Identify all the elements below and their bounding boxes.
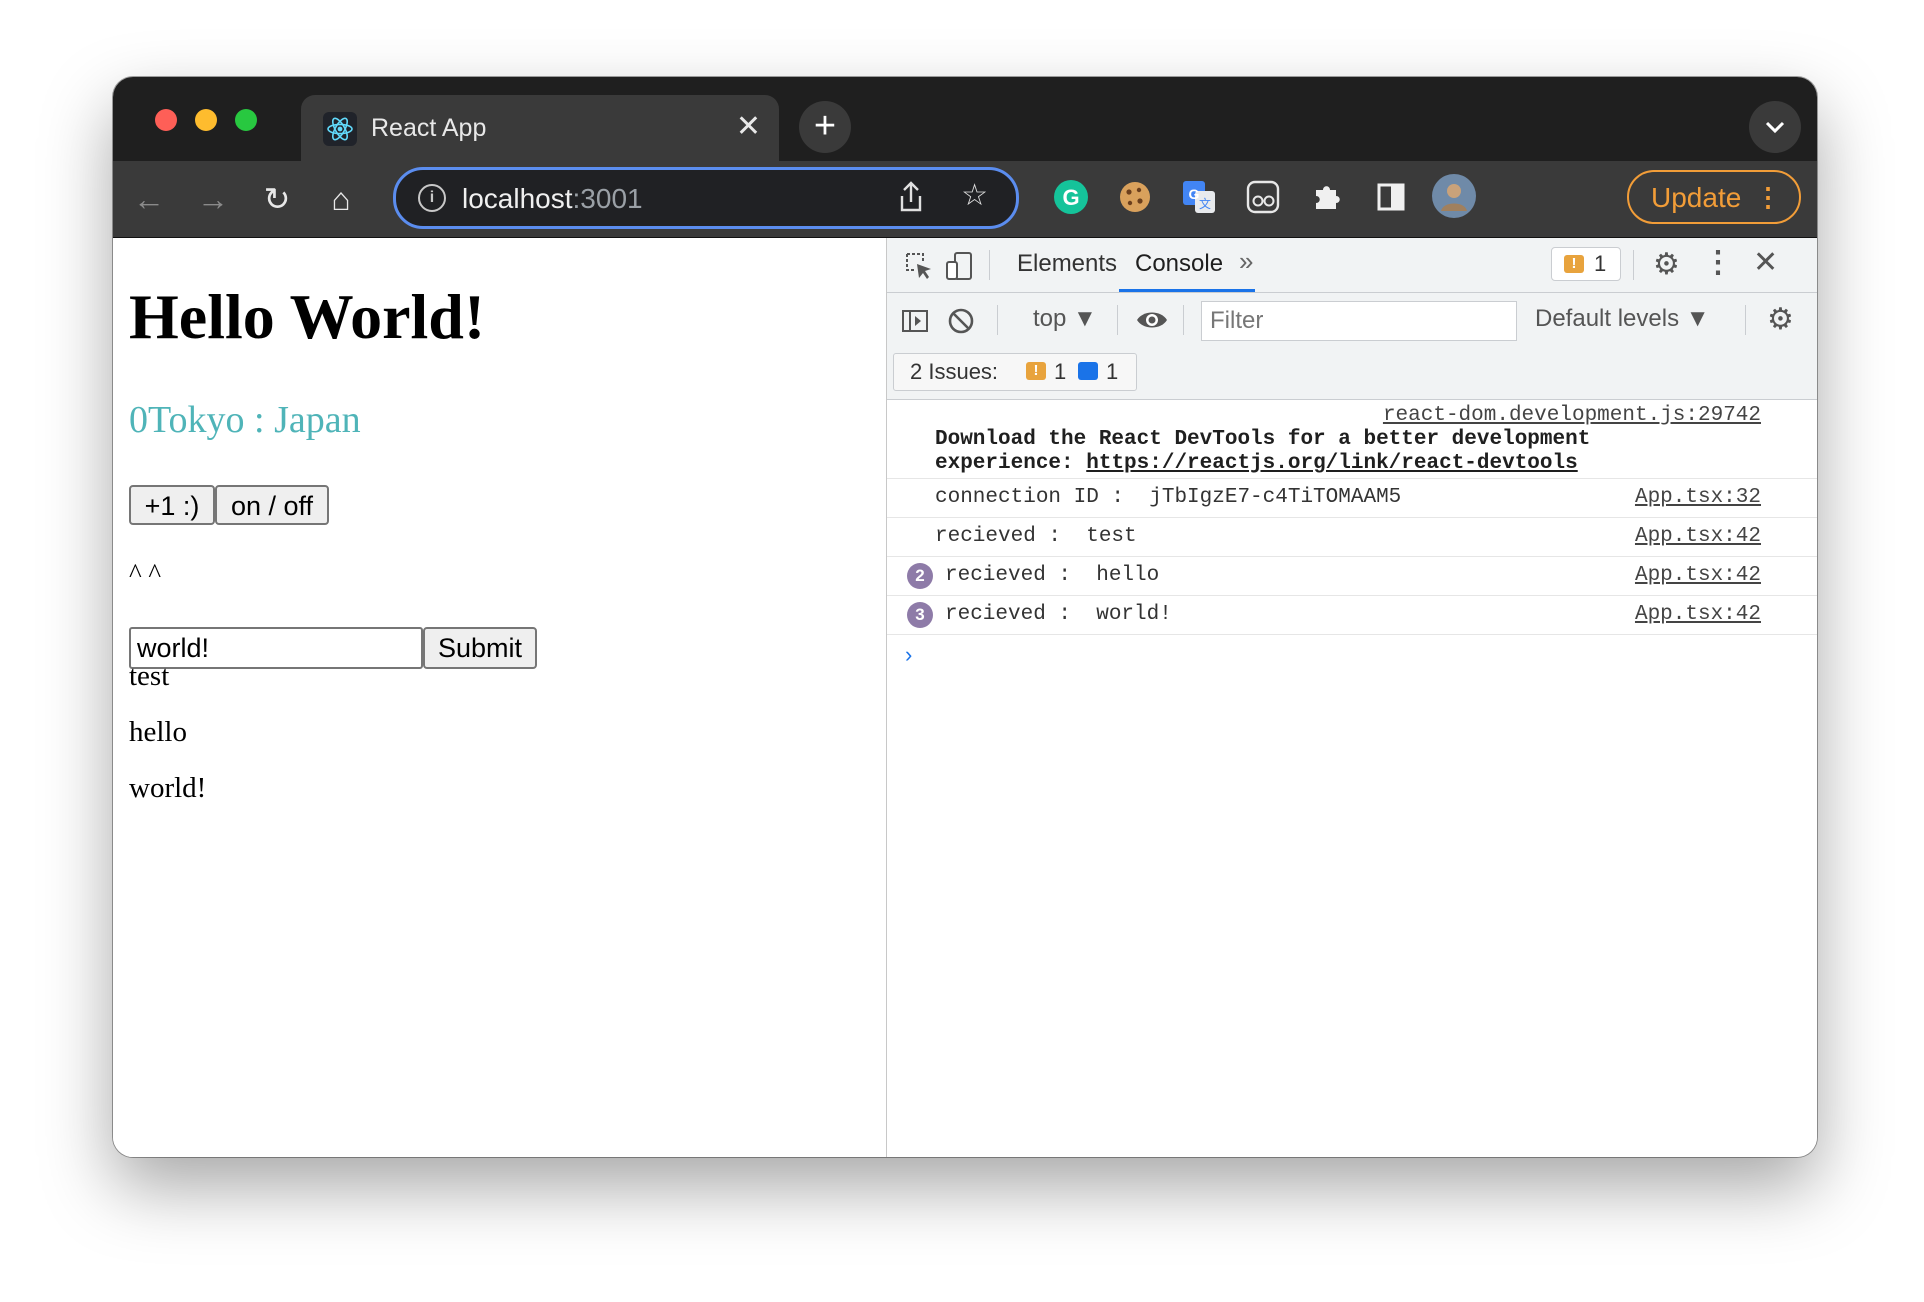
- repeat-count-badge: 3: [907, 602, 933, 628]
- console-filter-input[interactable]: Filter: [1201, 301, 1517, 341]
- profile-avatar[interactable]: [1431, 173, 1477, 219]
- devtools-tab-bar: Elements Console » ! 1 ⚙ ⋮ ✕: [887, 238, 1817, 293]
- log-source-link[interactable]: App.tsx:42: [1635, 525, 1761, 548]
- context-select[interactable]: top ▼: [1033, 305, 1097, 333]
- log-source-link[interactable]: react-dom.development.js:29742: [1383, 404, 1761, 427]
- clear-console-icon[interactable]: [945, 305, 977, 337]
- react-favicon-icon: [323, 112, 357, 146]
- svg-text:G: G: [1062, 185, 1079, 210]
- message-item: hello: [129, 716, 187, 748]
- console-log-entry: 3 recieved : world! App.tsx:42: [887, 596, 1817, 635]
- issues-label: 2 Issues:: [910, 359, 999, 384]
- warning-icon: !: [1564, 255, 1584, 273]
- extensions-puzzle-icon[interactable]: [1307, 177, 1347, 217]
- browser-tab-react-app[interactable]: React App ✕: [301, 95, 779, 161]
- update-button[interactable]: Update ⋮: [1627, 170, 1801, 224]
- increment-button[interactable]: +1 :): [129, 485, 215, 525]
- forward-arrow-icon[interactable]: →: [193, 179, 233, 219]
- caret-text: ^ ^: [129, 558, 162, 588]
- close-window-button[interactable]: [155, 109, 177, 131]
- console-log-entry: react-dom.development.js:29742 Download …: [887, 400, 1817, 479]
- cookie-extension-icon[interactable]: [1115, 177, 1155, 217]
- update-label: Update: [1651, 182, 1742, 213]
- tab-title: React App: [371, 114, 487, 142]
- browser-window: React App ✕ + ← → ↻ ⌂ i localhost:3001 ☆…: [113, 77, 1817, 1157]
- new-tab-button[interactable]: +: [799, 101, 851, 153]
- console-prompt-icon[interactable]: ›: [905, 642, 912, 668]
- info-count: 1: [1106, 359, 1119, 384]
- info-icon[interactable]: i: [418, 184, 446, 212]
- translate-extension-icon[interactable]: G 文: [1179, 177, 1219, 217]
- location-text: 0Tokyo : Japan: [129, 399, 361, 441]
- devtools-more-menu-icon[interactable]: ⋮: [1703, 246, 1733, 280]
- devtools-settings-gear-icon[interactable]: ⚙: [1653, 248, 1680, 282]
- console-toolbar: top ▼ Filter Default levels ▼ ⚙: [887, 293, 1817, 347]
- title-bar: React App ✕ +: [113, 77, 1817, 161]
- maximize-window-button[interactable]: [235, 109, 257, 131]
- active-tab-indicator: [1119, 289, 1255, 292]
- react-devtools-link[interactable]: https://reactjs.org/link/react-devtools: [1086, 452, 1577, 475]
- issues-count: 1: [1594, 251, 1607, 276]
- share-icon[interactable]: [896, 180, 926, 214]
- submit-button[interactable]: Submit: [423, 627, 537, 669]
- log-message-line2: experience: https://reactjs.org/link/rea…: [935, 452, 1578, 475]
- issues-button[interactable]: 2 Issues: ! 1 1: [893, 353, 1137, 391]
- message-input[interactable]: world!: [129, 627, 423, 669]
- log-source-link[interactable]: App.tsx:32: [1635, 486, 1761, 509]
- issues-counter-badge[interactable]: ! 1: [1551, 247, 1621, 281]
- reload-icon[interactable]: ↻: [257, 179, 297, 219]
- log-message: Download the React DevTools for a better…: [935, 428, 1591, 451]
- inspect-element-icon[interactable]: [903, 250, 935, 282]
- grammarly-extension-icon[interactable]: G: [1051, 177, 1091, 217]
- address-bar[interactable]: i localhost:3001 ☆: [393, 167, 1019, 229]
- warning-count: 1: [1054, 359, 1067, 384]
- url-port: :3001: [572, 183, 643, 214]
- log-message-prefix: experience:: [935, 452, 1087, 475]
- tab-elements[interactable]: Elements: [1017, 250, 1117, 278]
- devtools-close-icon[interactable]: ✕: [1753, 246, 1778, 280]
- device-toolbar-icon[interactable]: [943, 250, 975, 282]
- log-message: recieved : hello: [945, 564, 1160, 587]
- console-log-entry: connection ID : jTbIgzE7-c4TiTOMAAM5 App…: [887, 479, 1817, 518]
- log-source-link[interactable]: App.tsx:42: [1635, 564, 1761, 587]
- url-text[interactable]: localhost:3001: [462, 183, 643, 215]
- more-tabs-icon[interactable]: »: [1239, 246, 1253, 277]
- star-icon[interactable]: ☆: [961, 178, 988, 214]
- svg-text:G: G: [1189, 186, 1200, 202]
- log-message: recieved : world!: [945, 603, 1172, 626]
- tab-console[interactable]: Console: [1135, 250, 1223, 278]
- side-panel-icon[interactable]: [1371, 177, 1411, 217]
- back-arrow-icon[interactable]: ←: [129, 179, 169, 219]
- console-log-entry: 2 recieved : hello App.tsx:42: [887, 557, 1817, 596]
- live-expression-eye-icon[interactable]: [1135, 307, 1169, 333]
- tab-search-chevron-icon[interactable]: [1749, 101, 1801, 153]
- web-page-content: Hello World! 0Tokyo : Japan +1 :) on / o…: [113, 238, 887, 1157]
- glasses-extension-icon[interactable]: [1243, 177, 1283, 217]
- browser-toolbar: ← → ↻ ⌂ i localhost:3001 ☆ G G 文 Update …: [113, 161, 1817, 238]
- sidebar-toggle-icon[interactable]: [899, 305, 931, 337]
- log-source-link[interactable]: App.tsx:42: [1635, 603, 1761, 626]
- minimize-window-button[interactable]: [195, 109, 217, 131]
- console-settings-gear-icon[interactable]: ⚙: [1767, 303, 1794, 337]
- console-log-entry: recieved : test App.tsx:42: [887, 518, 1817, 557]
- log-message: connection ID : jTbIgzE7-c4TiTOMAAM5: [935, 486, 1402, 509]
- warning-icon: !: [1026, 362, 1046, 380]
- tab-close-icon[interactable]: ✕: [736, 109, 761, 145]
- svg-text:文: 文: [1199, 196, 1211, 211]
- repeat-count-badge: 2: [907, 563, 933, 589]
- message-item: world!: [129, 772, 207, 804]
- info-message-icon: [1078, 362, 1098, 380]
- devtools-panel: Elements Console » ! 1 ⚙ ⋮ ✕ top ▼ Filte…: [887, 238, 1817, 1157]
- issues-bar: 2 Issues: ! 1 1: [887, 347, 1817, 400]
- url-host: localhost: [462, 183, 573, 214]
- more-menu-icon[interactable]: ⋮: [1755, 170, 1781, 224]
- log-message: recieved : test: [935, 525, 1137, 548]
- toggle-button[interactable]: on / off: [215, 485, 329, 525]
- log-levels-select[interactable]: Default levels ▼: [1535, 305, 1710, 333]
- message-item: test: [129, 660, 170, 692]
- home-icon[interactable]: ⌂: [321, 179, 361, 219]
- page-heading: Hello World!: [129, 281, 486, 352]
